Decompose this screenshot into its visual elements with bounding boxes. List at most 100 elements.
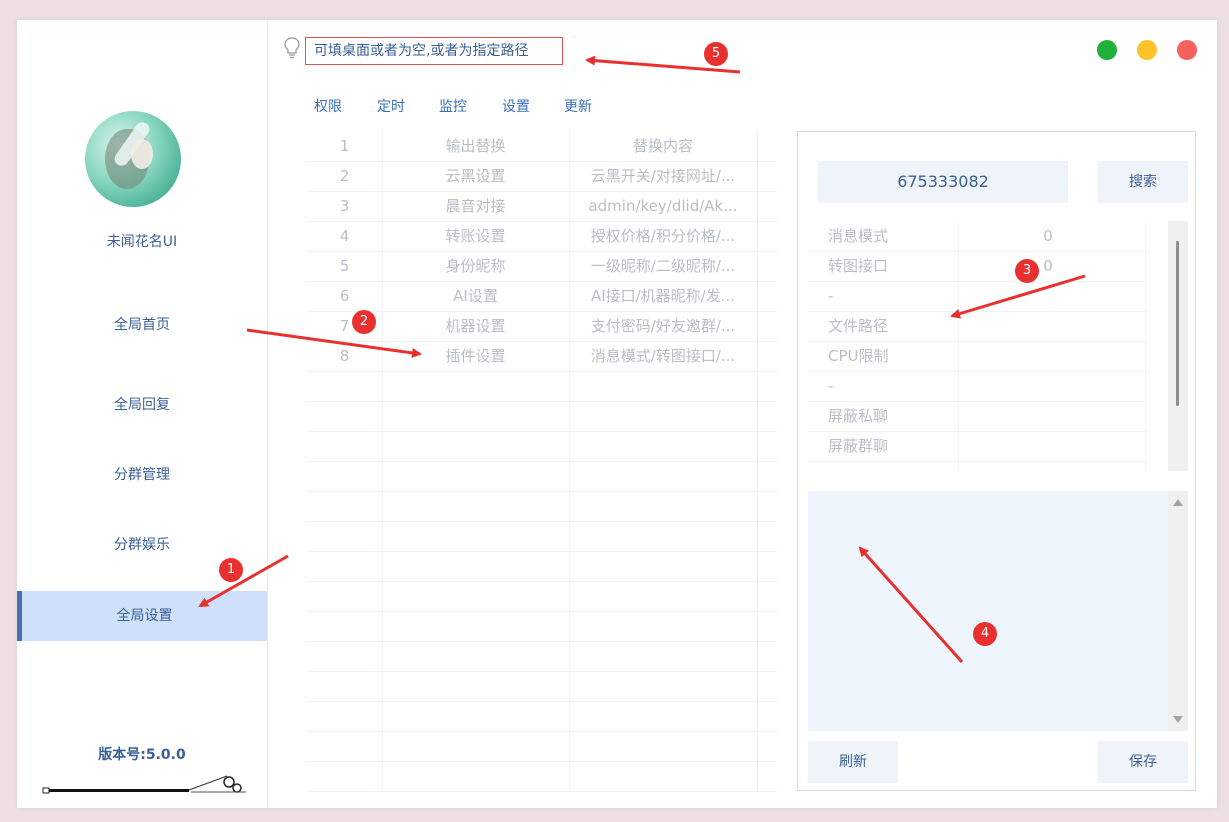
row-name: 云黑设置: [445, 167, 506, 185]
scroll-up-icon[interactable]: [1173, 499, 1183, 506]
version-number: 5.0.0: [145, 747, 186, 763]
tab-monitor[interactable]: 监控: [439, 96, 467, 116]
app-window: 未闻花名UI 全局首页 全局回复 分群管理 分群娱乐 全局设置 版本号:5.0.…: [17, 20, 1217, 808]
table-row[interactable]: 2 云黑设置 云黑开关/对接网址/...: [307, 161, 777, 192]
settings-scrollbar[interactable]: [1168, 221, 1188, 471]
list-item[interactable]: 屏蔽群聊: [808, 431, 1148, 462]
row-content: 替换内容: [632, 137, 693, 155]
table-row[interactable]: 3 晨音对接 admin/key/dlid/Ak...: [307, 191, 777, 222]
row-number: 1: [339, 137, 350, 155]
setting-value: [958, 281, 1138, 311]
row-name: AI设置: [453, 287, 498, 305]
replace-settings-table: 1 输出替换 替换内容 2 云黑设置 云黑开关/对接网址/... 3 晨音对接 …: [307, 131, 777, 793]
row-number: 3: [339, 197, 350, 215]
empty-row: [307, 641, 777, 672]
list-item[interactable]: -: [808, 281, 1148, 312]
empty-row: [307, 581, 777, 612]
empty-row: [307, 401, 777, 432]
refresh-button[interactable]: 刷新: [808, 741, 898, 783]
nav-item-group-manage[interactable]: 分群管理: [17, 450, 267, 500]
row-content: admin/key/dlid/Ak...: [588, 197, 738, 215]
list-item[interactable]: CPU限制: [808, 341, 1148, 372]
save-button[interactable]: 保存: [1098, 741, 1188, 783]
empty-row: [307, 731, 777, 762]
list-item[interactable]: 转图接口 0: [808, 251, 1148, 282]
row-name: 晨音对接: [445, 197, 506, 215]
empty-row: [307, 461, 777, 492]
empty-row: [307, 671, 777, 702]
table-row[interactable]: 8 插件设置 消息模式/转图接口/...: [307, 341, 777, 372]
annotation-badge-3: 3: [1015, 259, 1039, 283]
search-button[interactable]: 搜索: [1098, 161, 1188, 203]
row-name: 输出替换: [445, 137, 506, 155]
row-number: 6: [339, 287, 350, 305]
version-info: 版本号:5.0.0: [17, 744, 267, 764]
setting-key: 文件路径: [828, 317, 889, 335]
table-row[interactable]: 1 输出替换 替换内容: [307, 131, 777, 162]
signature-graphic: [42, 775, 246, 794]
scroll-down-icon[interactable]: [1173, 716, 1183, 723]
detail-panel: 675333082 搜索 消息模式 0 转图接口 0 - 文件路径 CPU限制: [797, 131, 1196, 791]
tab-permissions[interactable]: 权限: [314, 96, 342, 116]
setting-key: -: [828, 377, 834, 395]
setting-key: CPU限制: [828, 347, 889, 365]
setting-key: -: [828, 287, 834, 305]
nav-item-global-home[interactable]: 全局首页: [17, 300, 267, 350]
empty-row: [307, 431, 777, 462]
row-name: 插件设置: [445, 347, 506, 365]
annotation-badge-1: 1: [219, 558, 243, 582]
version-label: 版本号:: [98, 747, 146, 763]
row-number: 4: [339, 227, 350, 245]
maximize-button[interactable]: [1097, 40, 1117, 60]
list-item[interactable]: 消息模式 0: [808, 221, 1148, 252]
nav-item-global-reply[interactable]: 全局回复: [17, 380, 267, 430]
setting-value: [958, 431, 1138, 461]
row-name: 转账设置: [445, 227, 506, 245]
row-content: 云黑开关/对接网址/...: [590, 167, 736, 185]
path-input[interactable]: 可填桌面或者为空,或者为指定路径: [305, 37, 563, 65]
list-item[interactable]: -: [808, 371, 1148, 402]
tab-schedule[interactable]: 定时: [377, 96, 405, 116]
row-content: 消息模式/转图接口/...: [590, 347, 736, 365]
table-row[interactable]: 4 转账设置 授权价格/积分价格/...: [307, 221, 777, 252]
row-number: 2: [339, 167, 350, 185]
empty-row: [307, 521, 777, 552]
row-name: 机器设置: [445, 317, 506, 335]
table-row[interactable]: 5 身份昵称 一级昵称/二级昵称/...: [307, 251, 777, 282]
row-content: 授权价格/积分价格/...: [590, 227, 736, 245]
list-item[interactable]: 文件路径: [808, 311, 1148, 342]
setting-key: 屏蔽私聊: [828, 407, 889, 425]
plugin-settings-list: 消息模式 0 转图接口 0 - 文件路径 CPU限制 - 屏蔽私聊 屏蔽群聊: [808, 221, 1168, 471]
empty-row: [307, 761, 777, 792]
setting-value: 0: [1043, 257, 1053, 275]
setting-key: 转图接口: [828, 257, 889, 275]
setting-value: [958, 341, 1138, 371]
row-number: 5: [339, 257, 350, 275]
setting-value: [958, 371, 1138, 401]
nav-item-global-settings[interactable]: 全局设置: [17, 591, 267, 641]
annotation-badge-4: 4: [973, 622, 997, 646]
row-content: 支付密码/好友邀群/...: [590, 317, 736, 335]
qq-number-input[interactable]: 675333082: [818, 161, 1068, 203]
table-row[interactable]: 6 AI设置 AI接口/机器昵称/发...: [307, 281, 777, 312]
row-number: 8: [339, 347, 350, 365]
tab-settings[interactable]: 设置: [502, 96, 530, 116]
sidebar: 未闻花名UI 全局首页 全局回复 分群管理 分群娱乐 全局设置 版本号:5.0.…: [17, 20, 268, 808]
setting-value: 0: [1043, 227, 1053, 245]
avatar[interactable]: [85, 111, 181, 207]
textarea-scrollbar[interactable]: [1168, 491, 1188, 731]
table-row[interactable]: 7 机器设置 支付密码/好友邀群/...: [307, 311, 777, 342]
row-name: 身份昵称: [445, 257, 506, 275]
minimize-button[interactable]: [1137, 40, 1157, 60]
list-item[interactable]: 屏蔽私聊: [808, 401, 1148, 432]
scrollbar-thumb[interactable]: [1176, 241, 1179, 406]
close-button[interactable]: [1177, 40, 1197, 60]
tab-update[interactable]: 更新: [564, 96, 592, 116]
empty-row: [307, 491, 777, 522]
row-content: AI接口/机器昵称/发...: [590, 287, 736, 305]
annotation-badge-5: 5: [704, 42, 728, 66]
empty-row: [307, 551, 777, 582]
lightbulb-icon: [284, 37, 300, 59]
setting-value: [958, 401, 1138, 431]
output-textarea[interactable]: [808, 491, 1168, 731]
